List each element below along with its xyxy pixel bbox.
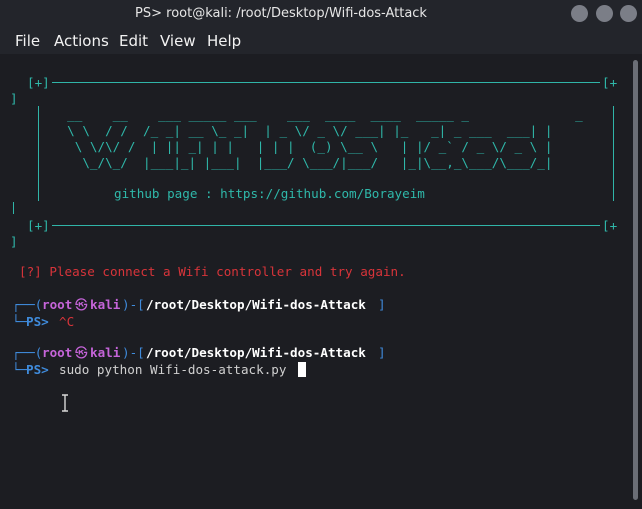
menu-bar: File Actions Edit View Help [0,28,642,54]
banner-left-tick [13,202,14,214]
menu-file[interactable]: File [15,32,40,50]
prompt-path-close: ] [378,345,386,360]
scrollbar[interactable] [630,54,642,509]
prompt-host: kali [90,345,121,360]
prompt-user: root [42,345,73,360]
prompt-host: kali [90,297,121,312]
prompt-separator: )-[ [122,345,145,360]
terminal-cursor [298,362,306,377]
banner-left-border [38,106,39,201]
ascii-art-line: \ \/\/ / | || _| | | | | | (_) \__ \ | |… [52,139,553,154]
menu-edit[interactable]: Edit [119,32,148,50]
prompt-path: /root/Desktop/Wifi-dos-Attack [146,297,366,312]
banner-corner-bottom-left: [+] [27,218,50,233]
banner-bracket-top: ] [10,91,18,106]
prompt-path-close: ] [378,297,386,312]
prompt-ps: PS> [26,314,49,329]
prompt-top-connector: ┌──( [12,345,43,360]
ascii-art-line: \ \ / / /_ _| __ \_ _| | _ \/ _ \/ ___| … [52,123,553,138]
window-title: PS> root@kali: /root/Desktop/Wifi-dos-At… [135,6,427,21]
title-bar: PS> root@kali: /root/Desktop/Wifi-dos-At… [0,0,642,28]
text-cursor-icon [62,394,68,412]
prompt-separator: )-[ [122,297,145,312]
banner-corner-bottom-right: [+ [602,218,618,233]
scrollbar-thumb[interactable] [633,60,638,500]
window-minimize-icon[interactable] [571,5,588,22]
error-message: [?] Please connect a Wifi controller and… [19,264,406,279]
banner-top-border [52,82,600,83]
menu-actions[interactable]: Actions [54,32,109,50]
ascii-art-line: \_/\_/ |___|_| |___| |___/ \___/|___/ |_… [52,155,553,170]
prompt-path: /root/Desktop/Wifi-dos-Attack [146,345,366,360]
prompt-bottom-connector: └─ [12,314,28,329]
prompt-at-icon: ㉿ [75,345,88,360]
window-close-icon[interactable] [620,5,637,22]
prompt-bottom-connector: └─ [12,362,28,377]
prompt-top-connector: ┌──( [12,297,43,312]
ascii-art-line: __ __ ___ _____ ___ ___ ____ ____ _____ … [52,107,591,122]
prompt-command: ^C [59,314,75,329]
prompt-ps: PS> [26,362,49,377]
menu-help[interactable]: Help [207,32,241,50]
prompt-command[interactable]: sudo python Wifi-dos-attack.py [59,362,286,378]
prompt-user: root [42,297,73,312]
terminal-area[interactable]: [+] [+ ] __ __ ___ _____ ___ ___ ____ __… [0,54,630,509]
banner-bottom-border [52,225,600,226]
banner-corner-top-left: [+] [27,75,50,90]
menu-view[interactable]: View [160,32,196,50]
banner-right-border [613,106,614,201]
banner-bracket-bottom: ] [10,234,18,249]
prompt-at-icon: ㉿ [75,297,88,312]
banner-corner-top-right: [+ [602,75,618,90]
window-maximize-icon[interactable] [596,5,613,22]
github-page-line: github page : https://github.com/Borayei… [114,186,425,201]
